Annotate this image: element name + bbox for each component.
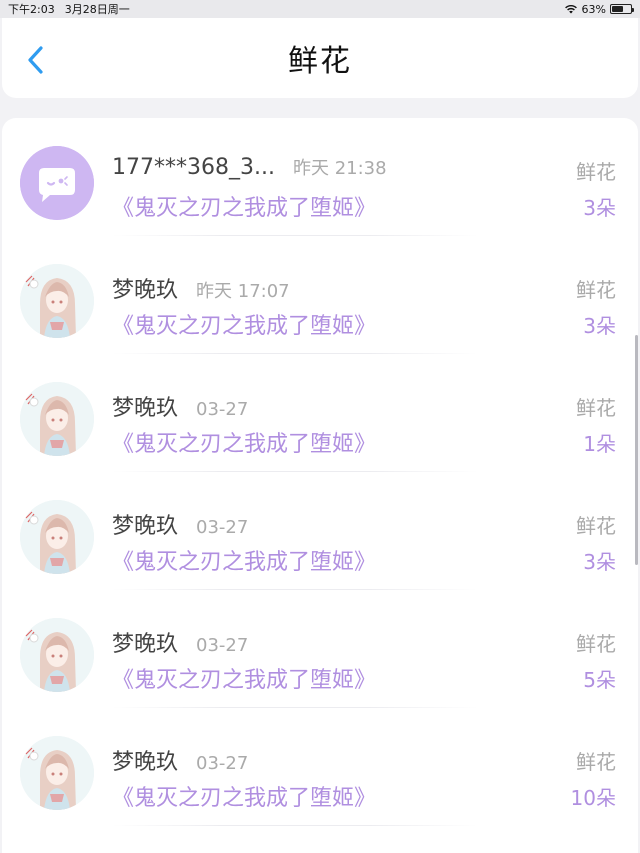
gift-type: 鲜花	[576, 632, 616, 656]
book-title-link[interactable]: 《鬼灭之刃之我成了堕姬》	[112, 662, 376, 694]
user-name: 梦晚玖	[112, 632, 179, 657]
list-item[interactable]: 梦晚玖 03-27 《鬼灭之刃之我成了堕姬》 鲜花 3朵	[2, 472, 638, 590]
user-avatar-image	[20, 618, 94, 692]
battery-fill	[612, 6, 624, 12]
user-name: 梦晚玖	[112, 278, 179, 303]
timestamp: 昨天 21:38	[292, 158, 387, 179]
row-divider	[112, 825, 478, 826]
gift-type: 鲜花	[576, 160, 616, 184]
flower-list: 177***368_3... 昨天 21:38 《鬼灭之刃之我成了堕姬》 鲜花 …	[2, 118, 638, 853]
list-item[interactable]: 梦晚玖 03-27 《鬼灭之刃之我成了堕姬》 鲜花 10朵	[2, 708, 638, 826]
chevron-left-icon	[28, 46, 43, 74]
user-avatar-image	[20, 382, 94, 456]
page-title: 鲜花	[288, 44, 352, 79]
gift-type: 鲜花	[576, 750, 616, 774]
user-avatar-image	[20, 264, 94, 338]
avatar[interactable]	[20, 382, 94, 456]
avatar[interactable]	[20, 618, 94, 692]
nav-bar: 鲜花	[2, 18, 638, 98]
list-item[interactable]: 梦晚玖 03-27 《鬼灭之刃之我成了堕姬》 鲜花 1朵	[2, 354, 638, 472]
list-item[interactable]: 177***368_3... 昨天 21:38 《鬼灭之刃之我成了堕姬》 鲜花 …	[2, 118, 638, 236]
avatar[interactable]	[20, 146, 94, 220]
wifi-icon	[564, 4, 577, 14]
user-avatar-image	[20, 736, 94, 810]
timestamp: 03-27	[196, 399, 249, 420]
timestamp: 03-27	[196, 753, 249, 774]
list-item[interactable]: 梦晚玖 昨天 17:07 《鬼灭之刃之我成了堕姬》 鲜花 3朵	[2, 236, 638, 354]
user-avatar-image	[20, 500, 94, 574]
back-button[interactable]	[22, 46, 50, 74]
book-title-link[interactable]: 《鬼灭之刃之我成了堕姬》	[112, 308, 376, 340]
gift-count: 1朵	[583, 432, 616, 456]
avatar[interactable]	[20, 500, 94, 574]
book-title-link[interactable]: 《鬼灭之刃之我成了堕姬》	[112, 780, 376, 812]
battery-percent: 63%	[581, 2, 606, 16]
gift-count: 5朵	[583, 668, 616, 692]
gift-count: 3朵	[583, 196, 616, 220]
avatar[interactable]	[20, 736, 94, 810]
battery-icon	[610, 4, 634, 14]
timestamp: 03-27	[196, 517, 249, 538]
book-title-link[interactable]: 《鬼灭之刃之我成了堕姬》	[112, 190, 376, 222]
gift-type: 鲜花	[576, 396, 616, 420]
user-name: 梦晚玖	[112, 750, 179, 775]
chat-bubble-icon	[20, 146, 94, 220]
timestamp: 昨天 17:07	[196, 281, 290, 302]
book-title-link[interactable]: 《鬼灭之刃之我成了堕姬》	[112, 426, 376, 458]
user-name: 梦晚玖	[112, 396, 179, 421]
gift-count: 10朵	[570, 786, 616, 810]
gift-type: 鲜花	[576, 278, 616, 302]
gift-count: 3朵	[583, 314, 616, 338]
user-name: 177***368_3...	[112, 155, 275, 180]
scroll-indicator[interactable]	[635, 335, 638, 565]
gift-type: 鲜花	[576, 514, 616, 538]
avatar[interactable]	[20, 264, 94, 338]
status-date: 3月28日周一	[64, 3, 130, 16]
gift-count: 3朵	[583, 550, 616, 574]
timestamp: 03-27	[196, 635, 249, 656]
status-bar: 下午2:03 3月28日周一 63%	[0, 0, 640, 18]
user-name: 梦晚玖	[112, 514, 179, 539]
list-item[interactable]: 梦晚玖 03-27 《鬼灭之刃之我成了堕姬》 鲜花 5朵	[2, 590, 638, 708]
status-time: 下午2:03	[8, 3, 55, 16]
book-title-link[interactable]: 《鬼灭之刃之我成了堕姬》	[112, 544, 376, 576]
